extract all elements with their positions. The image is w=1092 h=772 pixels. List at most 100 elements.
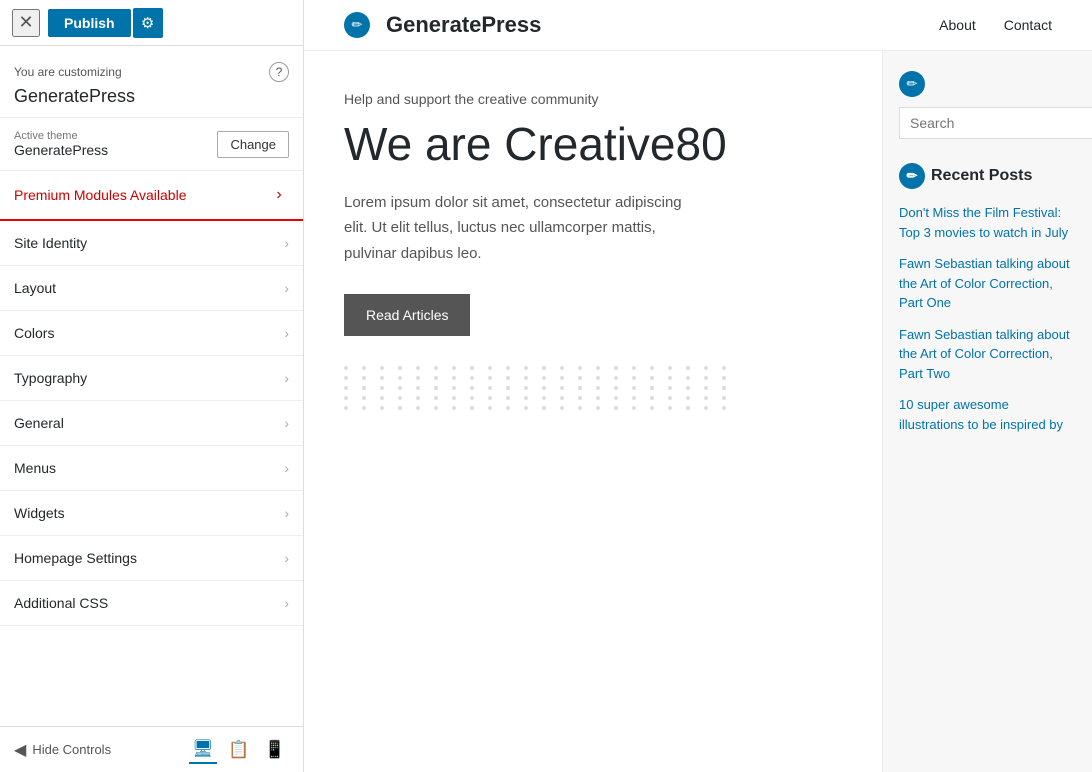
menu-item-layout[interactable]: Layout ›: [0, 266, 303, 311]
dot: [542, 406, 546, 410]
recent-posts-widget: ✏ Recent Posts Don't Miss the Film Festi…: [899, 163, 1076, 434]
dot: [434, 396, 438, 400]
gear-icon: ⚙: [141, 14, 154, 32]
dot: [542, 396, 546, 400]
dot: [722, 376, 726, 380]
dot: [362, 396, 366, 400]
chevron-icon: ›: [284, 280, 289, 296]
content-area: Help and support the creative community …: [304, 51, 882, 772]
recent-posts-title: ✏ Recent Posts: [899, 163, 1076, 189]
close-button[interactable]: ✕: [12, 9, 40, 37]
dot: [380, 386, 384, 390]
chevron-icon: ›: [284, 415, 289, 431]
dot: [398, 386, 402, 390]
help-icon[interactable]: ?: [269, 62, 289, 82]
dot: [542, 376, 546, 380]
dot: [416, 406, 420, 410]
device-icons: 🖥 📋 📱: [189, 736, 289, 764]
dot: [650, 396, 654, 400]
dot: [686, 396, 690, 400]
dot: [380, 396, 384, 400]
search-widget-header: ✏: [899, 71, 1076, 97]
nav-item-about[interactable]: About: [939, 17, 976, 33]
bottom-bar: ◀ Hide Controls 🖥 📋 📱: [0, 726, 303, 772]
premium-modules-row[interactable]: Premium Modules Available ›: [0, 171, 303, 221]
menu-item-site-identity[interactable]: Site Identity ›: [0, 221, 303, 266]
tablet-icon[interactable]: 📋: [225, 736, 253, 764]
dot: [596, 376, 600, 380]
dot: [650, 366, 654, 370]
desktop-icon[interactable]: 🖥: [189, 736, 217, 764]
dot: [398, 406, 402, 410]
read-articles-button[interactable]: Read Articles: [344, 294, 470, 336]
nav-item-contact[interactable]: Contact: [1004, 17, 1052, 33]
dot: [380, 366, 384, 370]
change-theme-button[interactable]: Change: [217, 131, 289, 158]
menu-item-typography[interactable]: Typography ›: [0, 356, 303, 401]
dot: [560, 366, 564, 370]
dot: [560, 376, 564, 380]
dot: [578, 376, 582, 380]
dot: [668, 386, 672, 390]
publish-button[interactable]: Publish: [48, 9, 131, 37]
dot: [524, 406, 528, 410]
hero-subtitle: Help and support the creative community: [344, 91, 842, 107]
menu-item-homepage-settings[interactable]: Homepage Settings ›: [0, 536, 303, 581]
dot: [488, 386, 492, 390]
search-input[interactable]: [899, 107, 1092, 139]
gear-button[interactable]: ⚙: [133, 8, 163, 38]
dot: [578, 406, 582, 410]
dot: [704, 396, 708, 400]
chevron-icon: ›: [284, 595, 289, 611]
menu-item-general[interactable]: General ›: [0, 401, 303, 446]
chevron-right-icon: ›: [269, 185, 289, 205]
dot: [650, 386, 654, 390]
menu-item-colors[interactable]: Colors ›: [0, 311, 303, 356]
dot: [470, 366, 474, 370]
dot: [614, 376, 618, 380]
hide-controls-label: Hide Controls: [32, 742, 111, 757]
dot: [506, 376, 510, 380]
dot: [632, 376, 636, 380]
dot: [668, 406, 672, 410]
dot: [362, 366, 366, 370]
dot: [596, 406, 600, 410]
dot: [488, 366, 492, 370]
dot: [452, 366, 456, 370]
dot: [524, 386, 528, 390]
dot: [686, 406, 690, 410]
dot: [632, 386, 636, 390]
dot: [542, 366, 546, 370]
edit-search-icon[interactable]: ✏: [899, 71, 925, 97]
menu-item-widgets[interactable]: Widgets ›: [0, 491, 303, 536]
dot: [560, 386, 564, 390]
mobile-icon[interactable]: 📱: [261, 736, 289, 764]
edit-recent-posts-icon[interactable]: ✏: [899, 163, 925, 189]
recent-post-link-1[interactable]: Don't Miss the Film Festival: Top 3 movi…: [899, 203, 1076, 242]
dot: [596, 386, 600, 390]
dot: [722, 396, 726, 400]
search-widget: ✏ 🔍: [899, 71, 1076, 139]
menu-item-menus[interactable]: Menus ›: [0, 446, 303, 491]
site-nav: About Contact: [939, 17, 1052, 33]
menu-item-additional-css[interactable]: Additional CSS ›: [0, 581, 303, 626]
dot: [398, 396, 402, 400]
hide-controls-button[interactable]: ◀ Hide Controls: [14, 740, 111, 760]
edit-logo-icon[interactable]: ✏: [344, 12, 370, 38]
dot: [524, 396, 528, 400]
dot: [668, 376, 672, 380]
recent-post-link-3[interactable]: Fawn Sebastian talking about the Art of …: [899, 325, 1076, 384]
dot: [506, 366, 510, 370]
dots-pattern: [344, 366, 842, 410]
dot: [452, 406, 456, 410]
dot: [650, 376, 654, 380]
dot: [380, 406, 384, 410]
dot: [578, 396, 582, 400]
recent-post-link-4[interactable]: 10 super awesome illustrations to be ins…: [899, 395, 1076, 434]
dot: [488, 406, 492, 410]
dot: [632, 406, 636, 410]
chevron-icon: ›: [284, 325, 289, 341]
recent-post-link-2[interactable]: Fawn Sebastian talking about the Art of …: [899, 254, 1076, 313]
active-theme-label: Active theme: [14, 130, 108, 142]
site-logo-area: ✏ GeneratePress: [344, 12, 541, 38]
